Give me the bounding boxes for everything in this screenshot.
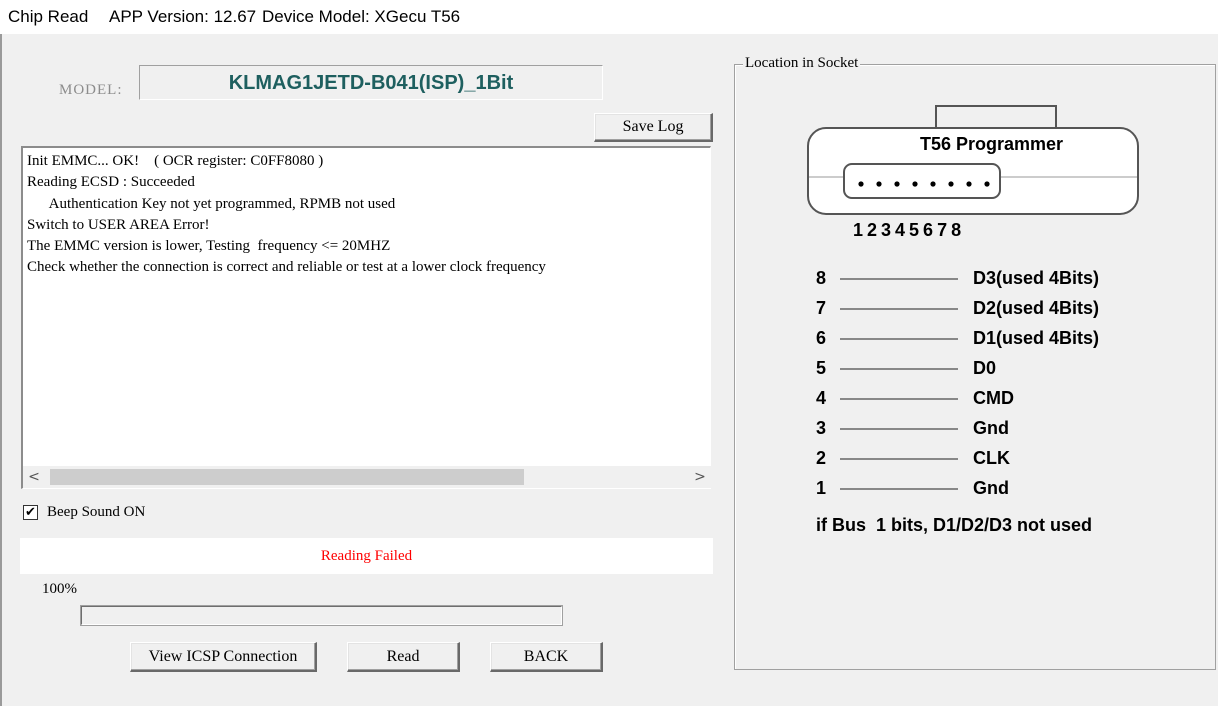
scroll-right-icon[interactable]: > xyxy=(689,466,711,488)
app-version: APP Version: 12.67 xyxy=(109,7,257,26)
back-label: BACK xyxy=(523,648,569,665)
progress-percent: 100% xyxy=(42,581,77,597)
read-label: Read xyxy=(386,648,420,665)
view-icsp-connection-button[interactable]: View ICSP Connection xyxy=(130,642,317,672)
socket-diagram xyxy=(807,105,1139,215)
window-title: Chip Read xyxy=(8,7,89,26)
pin-signal: Gnd xyxy=(973,418,1009,438)
pin-number: 2 xyxy=(816,448,827,468)
model-label: MODEL: xyxy=(59,82,123,98)
pin-dot xyxy=(912,181,918,187)
pin-line xyxy=(840,278,958,280)
pin-number: 5 xyxy=(816,358,827,378)
pin-number: 7 xyxy=(816,298,827,318)
log-line: Init EMMC... OK! ( OCR register: C0FF808… xyxy=(27,153,324,169)
chip-slot xyxy=(843,163,1001,199)
save-log-label: Save Log xyxy=(622,118,684,135)
pin-signal: D1(used 4Bits) xyxy=(973,328,1100,348)
pin-dot xyxy=(930,181,936,187)
back-button[interactable]: BACK xyxy=(490,642,603,672)
status-text: Reading Failed xyxy=(320,548,413,564)
beep-label: Beep Sound ON xyxy=(47,504,146,520)
pin-dot xyxy=(984,181,990,187)
log-textarea[interactable]: Init EMMC... OK! ( OCR register: C0FF808… xyxy=(21,146,711,489)
pin-number: 4 xyxy=(816,388,827,408)
log-line: The EMMC version is lower, Testing frequ… xyxy=(27,238,391,255)
pin-dot xyxy=(966,181,972,187)
socket-group-title: Location in Socket xyxy=(743,55,861,72)
pin-line xyxy=(840,458,958,460)
scroll-left-icon[interactable]: < xyxy=(23,466,45,488)
status-box: Reading Failed xyxy=(20,538,713,574)
pin-signal: D2(used 4Bits) xyxy=(973,298,1100,318)
progress-bar xyxy=(81,606,562,625)
scrollbar-thumb[interactable] xyxy=(50,469,524,485)
pin-signal: CLK xyxy=(973,448,1010,468)
window-edge xyxy=(0,34,2,706)
pin-signal: CMD xyxy=(973,388,1014,408)
read-button[interactable]: Read xyxy=(347,642,460,672)
pin-line xyxy=(840,338,958,340)
pin-number: 3 xyxy=(816,418,827,438)
log-line: Check whether the connection is correct … xyxy=(27,259,546,276)
pin-dot xyxy=(858,181,864,187)
beep-checkbox[interactable]: ✔ xyxy=(23,505,38,520)
pin-line xyxy=(840,428,958,430)
bus-note: if Bus 1 bits, D1/D2/D3 not used xyxy=(816,515,1093,535)
save-log-button[interactable]: Save Log xyxy=(594,113,713,142)
pin-numbers: 1 2 3 4 5 6 7 8 xyxy=(853,220,962,240)
pin-signal: D0 xyxy=(973,358,997,378)
pin-line xyxy=(840,488,958,490)
progress-fill xyxy=(82,607,561,624)
pin-signal: D3(used 4Bits) xyxy=(973,268,1100,288)
pin-dot xyxy=(876,181,882,187)
model-field: KLMAG1JETD-B041(ISP)_1Bit xyxy=(139,65,603,100)
log-line: Reading ECSD : Succeeded xyxy=(27,174,195,191)
pin-dot xyxy=(894,181,900,187)
log-line: Switch to USER AREA Error! xyxy=(27,216,210,233)
pin-number: 8 xyxy=(816,268,827,288)
pin-number: 1 xyxy=(816,478,827,498)
title-bar: Chip Read APP Version: 12.67 Device Mode… xyxy=(0,0,1218,34)
socket-lever xyxy=(935,105,1057,129)
device-model: Device Model: XGecu T56 xyxy=(262,7,461,26)
pin-signal: Gnd xyxy=(973,478,1009,498)
model-value: KLMAG1JETD-B041(ISP)_1Bit xyxy=(228,72,514,94)
horizontal-scrollbar[interactable]: < > xyxy=(23,466,711,488)
view-icsp-label: View ICSP Connection xyxy=(148,648,298,665)
pin-line xyxy=(840,368,958,370)
pin-line xyxy=(840,398,958,400)
bottom-strip xyxy=(0,690,1218,706)
programmer-label: T56 Programmer xyxy=(920,134,1064,154)
pin-number: 6 xyxy=(816,328,827,348)
log-line: Authentication Key not yet programmed, R… xyxy=(27,195,396,212)
pin-dot xyxy=(948,181,954,187)
pin-line xyxy=(840,308,958,310)
log-lines: Init EMMC... OK! ( OCR register: C0FF808… xyxy=(27,151,546,279)
